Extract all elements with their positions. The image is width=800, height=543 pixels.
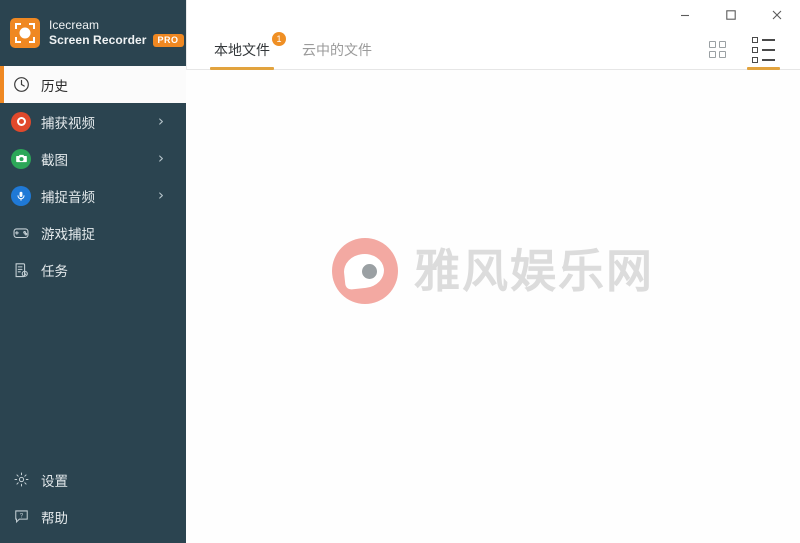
gear-icon	[10, 469, 32, 491]
watermark: 雅风娱乐网	[186, 238, 800, 304]
chevron-right-icon: ›	[158, 186, 164, 204]
tab-local-files[interactable]: 本地文件 1	[210, 30, 286, 70]
content-toolbar: 本地文件 1 云中的文件	[186, 30, 800, 70]
sidebar-item-label: 截图	[41, 152, 68, 168]
list-view-button[interactable]	[747, 30, 780, 70]
watermark-text: 雅风娱乐网	[414, 244, 654, 298]
sidebar-item-screenshot[interactable]: 截图 ›	[0, 140, 186, 177]
sidebar-item-label: 捕获视频	[41, 115, 95, 131]
record-frame-icon	[10, 18, 40, 48]
file-list-area[interactable]: 雅风娱乐网	[186, 70, 800, 543]
sidebar-bottom-nav: 设置 ? 帮助	[0, 461, 186, 543]
tab-label: 本地文件	[214, 41, 270, 58]
sidebar-item-help[interactable]: ? 帮助	[0, 498, 186, 535]
chevron-right-icon: ›	[158, 112, 164, 130]
minimize-button[interactable]	[662, 0, 708, 30]
tab-label: 云中的文件	[302, 41, 372, 58]
clock-icon	[10, 74, 32, 96]
sidebar-nav: 历史 捕获视频 › 截图 › 捕捉音频 › 游戏捕捉 任务	[0, 66, 186, 288]
main-area: 本地文件 1 云中的文件 雅风娱乐网	[186, 0, 800, 543]
app-brand: Icecream Screen Recorder PRO	[0, 0, 186, 66]
tab-bar: 本地文件 1 云中的文件	[210, 30, 376, 70]
gamepad-icon	[10, 222, 32, 244]
grid-icon	[709, 41, 726, 58]
sidebar-item-settings[interactable]: 设置	[0, 461, 186, 498]
brand-line-two: Screen Recorder	[49, 33, 147, 47]
record-icon	[10, 111, 32, 133]
sidebar-item-label: 帮助	[41, 510, 68, 526]
sidebar: Icecream Screen Recorder PRO 历史 捕获视频 › 截…	[0, 0, 186, 543]
close-button[interactable]	[754, 0, 800, 30]
sidebar-item-capture-audio[interactable]: 捕捉音频 ›	[0, 177, 186, 214]
svg-text:?: ?	[19, 513, 23, 520]
tab-cloud-files[interactable]: 云中的文件	[298, 30, 376, 69]
help-icon: ?	[10, 506, 32, 528]
app-window: Icecream Screen Recorder PRO 历史 捕获视频 › 截…	[0, 0, 800, 543]
sidebar-item-history[interactable]: 历史	[0, 66, 186, 103]
maximize-button[interactable]	[708, 0, 754, 30]
list-icon	[752, 36, 775, 63]
chevron-right-icon: ›	[158, 149, 164, 167]
sidebar-item-capture-video[interactable]: 捕获视频 ›	[0, 103, 186, 140]
window-titlebar	[186, 0, 800, 30]
camera-icon	[10, 148, 32, 170]
sidebar-item-label: 捕捉音频	[41, 189, 95, 205]
sidebar-item-label: 任务	[41, 263, 68, 279]
tasks-icon	[10, 259, 32, 281]
view-toggle-group	[706, 30, 780, 70]
pro-badge: PRO	[152, 34, 184, 47]
sidebar-item-label: 历史	[41, 78, 68, 94]
watermark-logo-icon	[332, 238, 398, 304]
sidebar-item-tasks[interactable]: 任务	[0, 251, 186, 288]
grid-view-button[interactable]	[706, 30, 729, 69]
sidebar-item-label: 设置	[41, 473, 68, 489]
sidebar-item-game-capture[interactable]: 游戏捕捉	[0, 214, 186, 251]
tab-badge-count: 1	[272, 32, 286, 46]
sidebar-item-label: 游戏捕捉	[41, 226, 95, 242]
brand-line-one: Icecream	[49, 18, 100, 32]
microphone-icon	[10, 185, 32, 207]
